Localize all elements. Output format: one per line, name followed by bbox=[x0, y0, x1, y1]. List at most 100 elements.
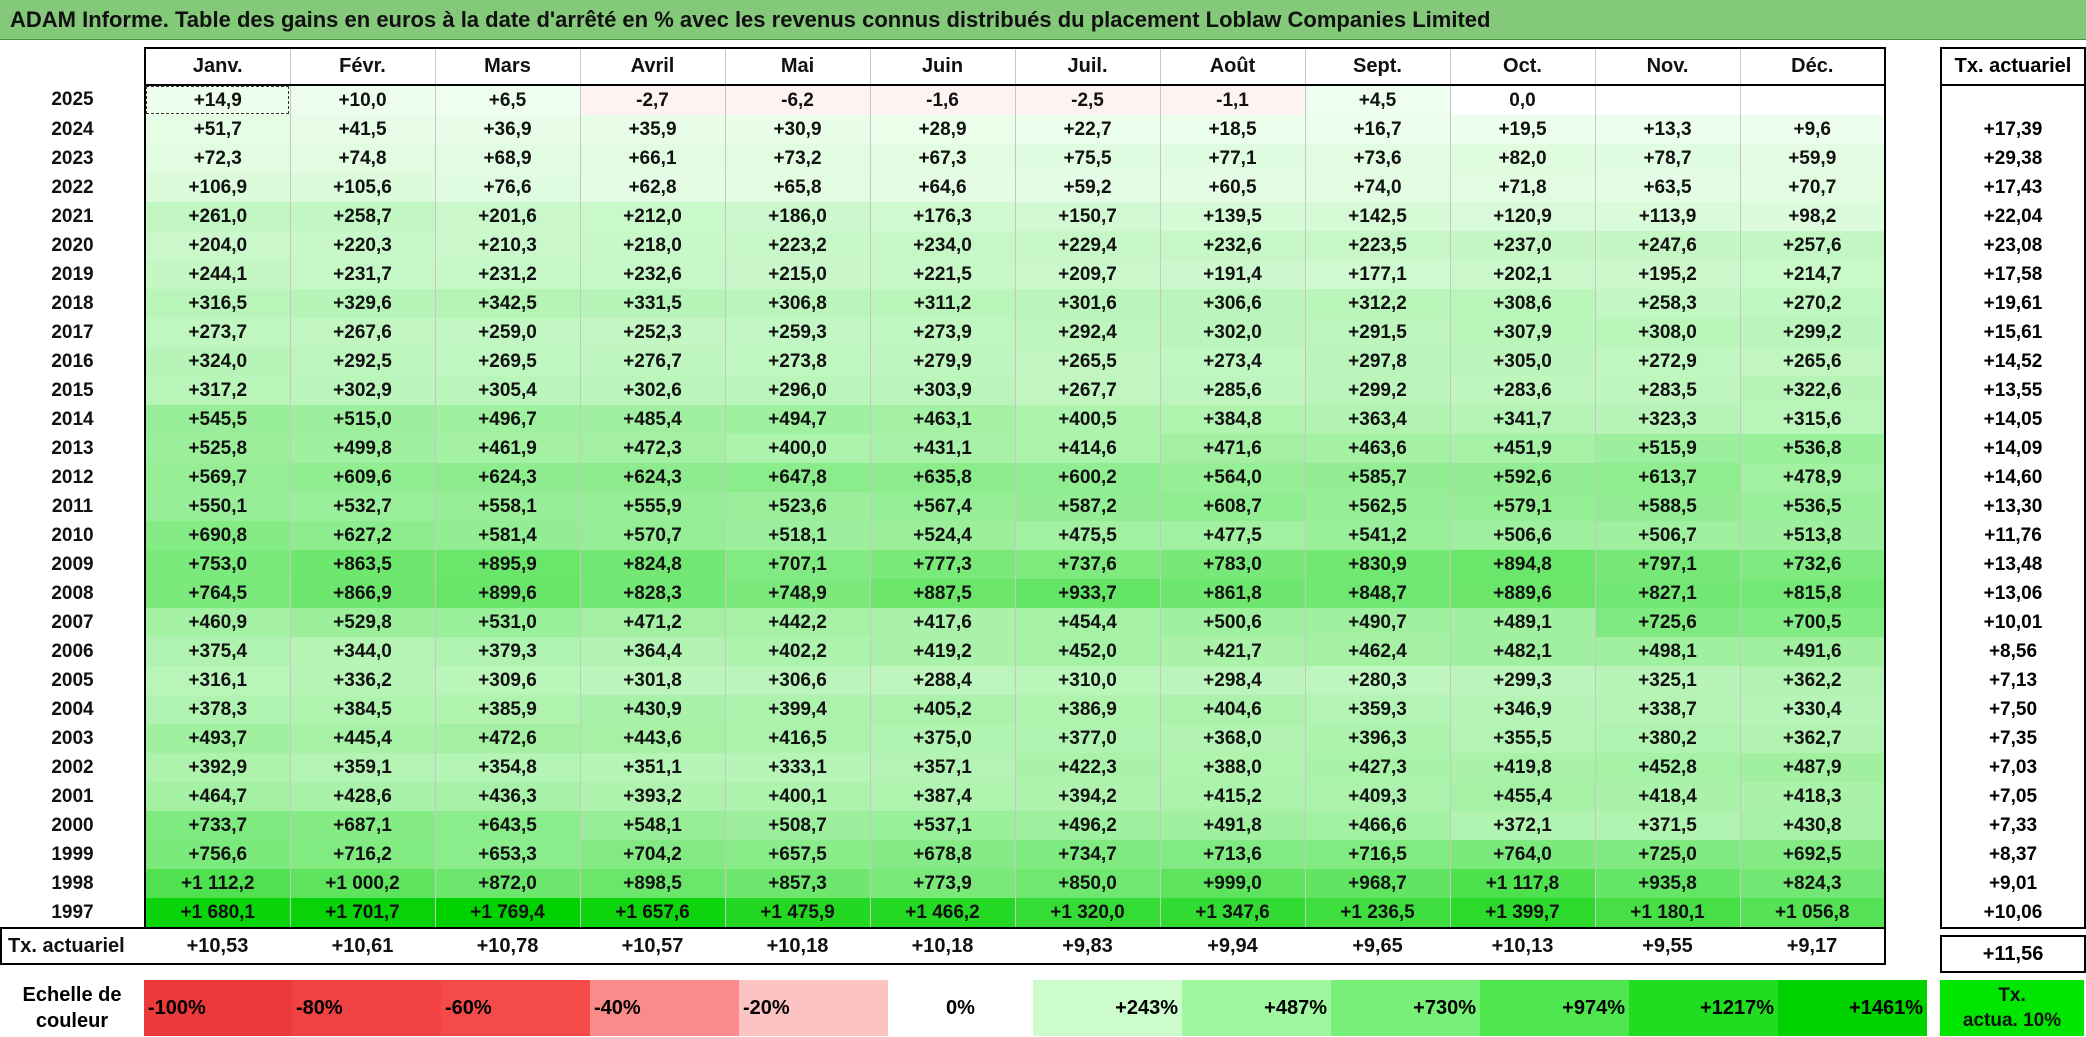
month-header: Août bbox=[1159, 47, 1305, 86]
value-cell: +894,8 bbox=[1449, 550, 1595, 579]
value-cell: +850,0 bbox=[1014, 869, 1160, 898]
year-label: 2002 bbox=[51, 756, 94, 778]
value-cell: +310,0 bbox=[1014, 666, 1160, 695]
value-cell: +305,4 bbox=[434, 376, 580, 405]
value-cell: +491,6 bbox=[1739, 637, 1886, 666]
value-cell: +1 680,1 bbox=[144, 898, 290, 929]
table-row: 2003 +493,7 +445,4 +472,6 +443,6 +416,5 +375,0… bbox=[1, 724, 1886, 753]
value-cell: +704,2 bbox=[579, 840, 725, 869]
value-cell: +323,3 bbox=[1594, 405, 1740, 434]
value-cell: +377,0 bbox=[1014, 724, 1160, 753]
value-cell: +237,0 bbox=[1449, 231, 1595, 260]
actuarial-rate-cell: +17,39 bbox=[1940, 115, 2086, 144]
year-label: 2012 bbox=[51, 466, 94, 488]
value-cell: +231,7 bbox=[289, 260, 435, 289]
value-cell: +783,0 bbox=[1159, 550, 1305, 579]
year-label: 2023 bbox=[51, 147, 94, 169]
value-cell: +346,9 bbox=[1449, 695, 1595, 724]
actuarial-rate-value: +9,94 bbox=[1160, 928, 1305, 965]
value-cell: +863,5 bbox=[289, 550, 435, 579]
actuarial-rate-cell: +9,01 bbox=[1940, 869, 2086, 898]
value-cell: +231,2 bbox=[434, 260, 580, 289]
value-cell: +267,6 bbox=[289, 318, 435, 347]
actuarial-rate-value: +10,57 bbox=[580, 928, 725, 965]
value-cell: +283,5 bbox=[1594, 376, 1740, 405]
value-cell: +797,1 bbox=[1594, 550, 1740, 579]
value-cell: +515,0 bbox=[289, 405, 435, 434]
value-cell: +725,6 bbox=[1594, 608, 1740, 637]
value-cell: +212,0 bbox=[579, 202, 725, 231]
value-cell: +234,0 bbox=[869, 231, 1015, 260]
value-cell: +653,3 bbox=[434, 840, 580, 869]
legend-line-2: actua. 10% bbox=[1962, 1010, 2062, 1031]
value-cell: +627,2 bbox=[289, 521, 435, 550]
value-cell: +536,5 bbox=[1739, 492, 1886, 521]
value-cell: +713,6 bbox=[1159, 840, 1305, 869]
value-cell: +364,4 bbox=[579, 637, 725, 666]
value-cell: +461,9 bbox=[434, 434, 580, 463]
value-cell: +306,6 bbox=[724, 666, 870, 695]
page-title: ADAM Informe. Table des gains en euros à… bbox=[0, 0, 2086, 40]
value-cell: +861,8 bbox=[1159, 579, 1305, 608]
value-cell: +279,9 bbox=[869, 347, 1015, 376]
value-cell: +421,7 bbox=[1159, 637, 1305, 666]
value-cell: +1 466,2 bbox=[869, 898, 1015, 929]
actuarial-rate-value: +10,13 bbox=[1450, 928, 1595, 965]
value-cell: +270,2 bbox=[1739, 289, 1886, 318]
month-header: Janv. bbox=[144, 47, 290, 86]
color-scale-step: -80% bbox=[292, 980, 441, 1036]
actuarial-rate-cell: +13,30 bbox=[1940, 492, 2086, 521]
value-cell: +269,5 bbox=[434, 347, 580, 376]
value-cell: +317,2 bbox=[144, 376, 290, 405]
value-cell: +569,7 bbox=[144, 463, 290, 492]
table-row: 2023 +72,3 +74,8 +68,9 +66,1 +73,2 +67,3 +75,5 +… bbox=[1, 144, 1886, 173]
table-row: 2021 +261,0 +258,7 +201,6 +212,0 +186,0 +176,3… bbox=[1, 202, 1886, 231]
actuarial-rate-cell: +17,58 bbox=[1940, 260, 2086, 289]
actuarial-rate-value: +10,18 bbox=[870, 928, 1015, 965]
value-cell: +733,7 bbox=[144, 811, 290, 840]
value-cell: +400,1 bbox=[724, 782, 870, 811]
value-cell: +394,2 bbox=[1014, 782, 1160, 811]
value-cell: +753,0 bbox=[144, 550, 290, 579]
value-cell: +259,3 bbox=[724, 318, 870, 347]
value-cell: +67,3 bbox=[869, 144, 1015, 173]
value-cell: +9,6 bbox=[1739, 115, 1886, 144]
value-cell: +285,6 bbox=[1159, 376, 1305, 405]
value-cell: +150,7 bbox=[1014, 202, 1160, 231]
value-cell: +303,9 bbox=[869, 376, 1015, 405]
value-cell: +6,5 bbox=[434, 85, 580, 115]
actuarial-rate-column: Tx. actuariel +17,39 +29,38 +17,43 +22,04 +2… bbox=[1940, 47, 2086, 973]
value-cell: +545,5 bbox=[144, 405, 290, 434]
value-cell: +506,7 bbox=[1594, 521, 1740, 550]
month-header: Mars bbox=[434, 47, 580, 86]
value-cell: +657,5 bbox=[724, 840, 870, 869]
actuarial-rate-cell: +14,60 bbox=[1940, 463, 2086, 492]
value-cell: +62,8 bbox=[579, 173, 725, 202]
year-label: 2008 bbox=[51, 582, 94, 604]
value-cell: +220,3 bbox=[289, 231, 435, 260]
value-cell: +82,0 bbox=[1449, 144, 1595, 173]
year-label: 2014 bbox=[51, 408, 94, 430]
actuarial-rate-cell: +15,61 bbox=[1940, 318, 2086, 347]
value-cell: -1,6 bbox=[869, 85, 1015, 115]
actuarial-rate-row: Tx. actuariel +10,53 +10,61 +10,78 +10,57 +10… bbox=[0, 927, 1886, 965]
value-cell: +336,2 bbox=[289, 666, 435, 695]
value-cell: +513,8 bbox=[1739, 521, 1886, 550]
month-header: Févr. bbox=[289, 47, 435, 86]
year-label: 1997 bbox=[51, 901, 94, 923]
value-cell: +773,9 bbox=[869, 869, 1015, 898]
value-cell: +555,9 bbox=[579, 492, 725, 521]
year-label: 2024 bbox=[51, 118, 94, 140]
value-cell: +815,8 bbox=[1739, 579, 1886, 608]
value-cell: +436,3 bbox=[434, 782, 580, 811]
value-cell: +306,6 bbox=[1159, 289, 1305, 318]
value-cell: +431,1 bbox=[869, 434, 1015, 463]
value-cell: +139,5 bbox=[1159, 202, 1305, 231]
table-row: 2011 +550,1 +532,7 +558,1 +555,9 +523,6 +567,4… bbox=[1, 492, 1886, 521]
value-cell: +1 236,5 bbox=[1304, 898, 1450, 929]
value-cell: +624,3 bbox=[434, 463, 580, 492]
value-cell bbox=[1594, 85, 1740, 115]
year-label: 2020 bbox=[51, 234, 94, 256]
value-cell: +388,0 bbox=[1159, 753, 1305, 782]
actuarial-rate-value: +10,61 bbox=[290, 928, 435, 965]
